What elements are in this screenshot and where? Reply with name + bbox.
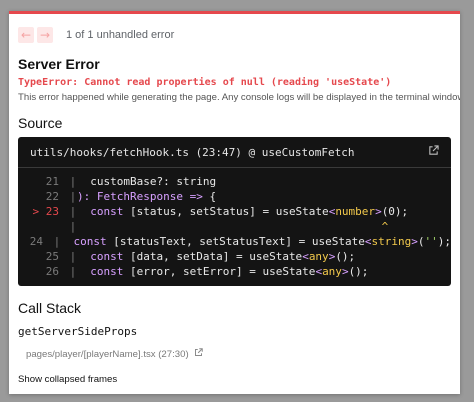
code-text: ): FetchResponse => {	[77, 190, 217, 203]
call-stack-heading: Call Stack	[18, 300, 82, 316]
code-line: 24 | const [statusText, setStatusText] =…	[18, 234, 451, 249]
code-frame-header[interactable]: utils/hooks/fetchHook.ts (23:47) @ useCu…	[18, 137, 451, 168]
code-body: 21 | customBase?: string 22 | ): FetchRe…	[18, 168, 451, 279]
line-number: 21	[45, 175, 59, 188]
error-column-marker: ^	[77, 220, 389, 233]
code-text: const [statusText, setStatusText] = useS…	[73, 235, 451, 248]
error-counter: 1 of 1 unhandled error	[66, 29, 175, 41]
code-line-active: > 23 | const [status, setStatus] = useSt…	[18, 204, 451, 219]
code-frame: utils/hooks/fetchHook.ts (23:47) @ useCu…	[18, 137, 451, 286]
error-overlay-dialog: ← → 1 of 1 unhandled error Server Error …	[9, 11, 460, 394]
code-line-marker: | ^	[18, 219, 451, 234]
code-line: 22 | ): FetchResponse => {	[18, 189, 451, 204]
code-text: const [status, setStatus] = useState<num…	[90, 205, 409, 218]
code-text: customBase?: string	[77, 175, 217, 188]
error-pointer: >	[32, 205, 40, 218]
code-text: const [data, setData] = useState<any>();	[90, 250, 356, 263]
source-file-reference[interactable]: utils/hooks/fetchHook.ts (23:47) @ useCu…	[30, 146, 355, 159]
previous-error-button[interactable]: ←	[18, 27, 34, 43]
line-number: 22	[45, 190, 59, 203]
arrow-right-icon: →	[39, 28, 51, 42]
call-stack-file[interactable]: pages/player/[playerName].tsx (27:30)	[26, 349, 189, 360]
external-link-icon[interactable]	[194, 348, 203, 360]
code-text: const [error, setError] = useState<any>(…	[90, 265, 369, 278]
line-number	[18, 219, 63, 234]
call-stack-function: getServerSideProps	[18, 325, 138, 338]
line-number: 25	[45, 250, 59, 263]
code-line: 21 | customBase?: string	[18, 174, 451, 189]
next-error-button[interactable]: →	[37, 27, 53, 43]
error-message: TypeError: Cannot read properties of nul…	[18, 77, 392, 88]
line-number: 24	[29, 235, 43, 248]
line-number: 26	[45, 265, 59, 278]
error-hint: This error happened while generating the…	[18, 92, 460, 103]
line-number: > 23	[32, 205, 60, 218]
code-line: 26 | const [error, setError] = useState<…	[18, 264, 451, 279]
arrow-left-icon: ←	[20, 28, 32, 42]
error-navigation: ← → 1 of 1 unhandled error	[9, 14, 460, 46]
source-heading: Source	[18, 115, 63, 131]
error-heading: Server Error	[18, 56, 100, 72]
call-stack-file-link[interactable]: pages/player/[playerName].tsx (27:30)	[26, 348, 460, 360]
external-link-icon[interactable]	[428, 145, 439, 159]
show-collapsed-frames-button[interactable]: Show collapsed frames	[18, 374, 460, 385]
code-line: 25 | const [data, setData] = useState<an…	[18, 249, 451, 264]
